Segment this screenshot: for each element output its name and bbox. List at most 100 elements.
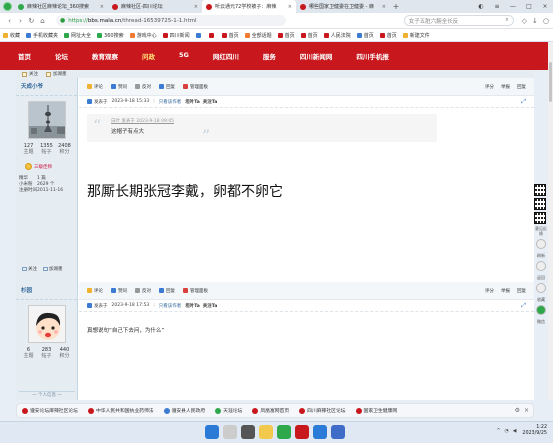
nav-item[interactable]: 四川新闻网: [300, 51, 333, 61]
favorite-link[interactable]: 中华人民共和国执业药师法: [87, 407, 154, 414]
downvote-button[interactable]: 反对: [135, 84, 151, 90]
refresh-rail-icon[interactable]: [536, 239, 546, 249]
comment-button[interactable]: 评论: [87, 84, 103, 90]
nav-item[interactable]: 首页: [18, 51, 31, 61]
tab-2[interactable]: 听云通元72学校被子：麻辣 ×: [202, 0, 296, 13]
add-friend-button[interactable]: 加湖墨: [43, 266, 63, 272]
maximize-icon[interactable]: □: [521, 0, 537, 13]
scrollbar-thumb[interactable]: [549, 62, 552, 102]
act-link-1[interactable]: 坦叶Ta: [185, 99, 200, 105]
rail-favorite[interactable]: 收藏: [534, 297, 548, 302]
follow-button[interactable]: 关注: [22, 266, 37, 272]
stat-item[interactable]: 127 主题: [20, 143, 38, 155]
upvote-button[interactable]: 赞同: [111, 84, 127, 90]
floor-expand-icon[interactable]: ⤢: [521, 302, 526, 310]
url-field[interactable]: ● https://bbs.mala.cn/thread-16539725-1-…: [55, 15, 286, 26]
stat-item[interactable]: 1355 帖子: [38, 143, 56, 155]
task-view-icon[interactable]: [241, 425, 255, 439]
follow-author-link[interactable]: 关注Ta: [203, 99, 218, 105]
app-icon[interactable]: [313, 425, 327, 439]
favorite-link[interactable]: 凤凰富网首页: [252, 407, 289, 414]
bookmark-item[interactable]: 全部话题: [244, 32, 272, 39]
nav-item[interactable]: 教育观察: [92, 51, 118, 61]
bookmark-item[interactable]: [195, 32, 203, 38]
bookmark-item[interactable]: 首页: [300, 32, 318, 39]
act-link-1[interactable]: 坦叶Ta: [185, 303, 200, 309]
report-link[interactable]: 举报: [501, 84, 510, 90]
browser-logo-icon[interactable]: [0, 0, 14, 13]
author-name[interactable]: 天成小爷: [16, 78, 77, 96]
reply-button[interactable]: 回复: [159, 84, 175, 90]
reply-link[interactable]: 回复: [517, 288, 526, 294]
close-icon[interactable]: ×: [382, 4, 386, 10]
home-icon[interactable]: ⌂: [37, 17, 48, 25]
back-icon[interactable]: ‹: [4, 17, 15, 25]
avatar[interactable]: [28, 101, 66, 139]
rate-link[interactable]: 评分: [485, 84, 494, 90]
favorite-link[interactable]: 天涯论坛: [215, 407, 242, 414]
user-icon[interactable]: ○: [543, 17, 549, 25]
menu-icon[interactable]: ≡: [489, 0, 505, 13]
skin-icon[interactable]: ◐: [473, 0, 489, 13]
tray-chevron-icon[interactable]: ^: [496, 429, 500, 434]
stat-item[interactable]: 6 主题: [20, 347, 38, 359]
report-link[interactable]: 举报: [501, 288, 510, 294]
bookmark-item[interactable]: 新建文件: [402, 32, 430, 39]
bookmark-item[interactable]: 首页: [277, 32, 295, 39]
word-icon[interactable]: [331, 425, 345, 439]
volume-icon[interactable]: ◀: [513, 429, 517, 434]
close-icon[interactable]: ×: [524, 407, 529, 414]
page-scrollbar[interactable]: [548, 42, 553, 400]
manage-button[interactable]: 管理面板: [183, 84, 208, 90]
tab-3[interactable]: 哪些国家卫健委在卫健委 - 麻 ×: [296, 0, 390, 13]
extension-icon[interactable]: ◇: [522, 17, 527, 25]
download-icon[interactable]: ↓: [532, 17, 538, 25]
personal-info-divider[interactable]: 一 个人信息 一: [19, 391, 75, 398]
add-friend-button[interactable]: 加湖墨: [46, 71, 67, 77]
bookmark-item[interactable]: 四川新闻: [162, 32, 190, 39]
wps-icon[interactable]: [295, 425, 309, 439]
tab-0[interactable]: 麻辣社区麻辣论坛_360搜索 ×: [14, 0, 108, 13]
start-icon[interactable]: [205, 425, 219, 439]
new-tab-button[interactable]: +: [390, 2, 402, 11]
refresh-icon[interactable]: ↻: [26, 17, 37, 25]
bookmark-item[interactable]: 首页: [221, 32, 239, 39]
reply-link[interactable]: 回复: [517, 84, 526, 90]
downvote-button[interactable]: 反对: [135, 288, 151, 294]
nav-item[interactable]: 四川手机报: [356, 51, 389, 61]
close-icon[interactable]: ×: [194, 4, 198, 10]
upvote-button[interactable]: 赞同: [111, 288, 127, 294]
back-rail-icon[interactable]: [536, 261, 546, 271]
minimize-icon[interactable]: —: [505, 0, 521, 13]
quote-header[interactable]: 白叶 发表于 2023-9-18 09:05: [111, 118, 174, 124]
bookmark-item[interactable]: 人民法院: [323, 32, 351, 39]
nav-item[interactable]: 论坛: [55, 51, 68, 61]
nav-item[interactable]: 问政: [142, 51, 155, 61]
manage-button[interactable]: 管理面板: [183, 288, 208, 294]
favorite-link[interactable]: 四川麻辣社区论坛: [299, 407, 346, 414]
floor-expand-icon[interactable]: ⤢: [521, 98, 526, 106]
bookmark-item[interactable]: 首页: [356, 32, 374, 39]
reply-button[interactable]: 回复: [159, 288, 175, 294]
favorite-link[interactable]: 遵安论坛麻辣社区论坛: [22, 407, 78, 414]
follow-button[interactable]: 关注: [22, 71, 38, 77]
bookmark-item[interactable]: 360搜索: [97, 32, 124, 39]
author-name[interactable]: 杉园: [16, 282, 77, 300]
search-icon[interactable]: ⌕: [506, 17, 509, 24]
bookmark-item[interactable]: [208, 32, 216, 38]
search-input[interactable]: 女子五脏六腑全长反 ⌕: [403, 15, 514, 26]
avatar[interactable]: [28, 305, 66, 343]
bookmark-item[interactable]: 游戏中心: [129, 32, 157, 39]
bookmark-item[interactable]: 网址大全: [64, 32, 91, 39]
file-explorer-icon[interactable]: [259, 425, 273, 439]
stat-item[interactable]: 440 积分: [56, 347, 74, 359]
rail-feedback[interactable]: 意见反馈: [534, 226, 548, 236]
favorite-link[interactable]: 遵安县人民政府: [163, 407, 205, 414]
wechat-rail-icon[interactable]: [536, 305, 546, 315]
bookmark-item[interactable]: 首页: [379, 32, 397, 39]
stat-item[interactable]: 2408 积分: [56, 143, 74, 155]
favorite-link[interactable]: 国家卫生健康网: [355, 407, 397, 414]
rail-back[interactable]: 返回: [534, 275, 548, 280]
view-author-link[interactable]: 只看该作者: [159, 99, 182, 105]
view-author-link[interactable]: 只看该作者: [159, 303, 182, 309]
